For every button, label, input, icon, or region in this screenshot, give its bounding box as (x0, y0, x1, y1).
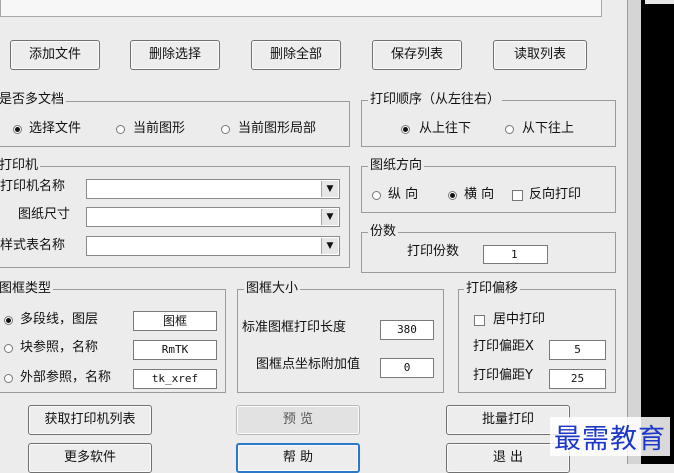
radio-select-file[interactable] (13, 125, 22, 134)
radio-top-to-bottom-label[interactable]: 从上往下 (419, 121, 471, 137)
radio-current-drawing[interactable] (116, 125, 125, 134)
chevron-down-icon[interactable]: ▼ (321, 209, 338, 225)
style-table-label: 样式表名称 (0, 238, 66, 253)
watermark-logo: 最需教育 (550, 417, 670, 456)
load-list-button[interactable]: 读取列表 (493, 40, 587, 70)
radio-landscape-label[interactable]: 横 向 (464, 187, 494, 203)
window-scroll-edge (627, 0, 641, 464)
printer-name-label: 打印机名称 (0, 179, 66, 194)
delete-all-button[interactable]: 删除全部 (251, 40, 341, 70)
radio-portrait[interactable] (372, 191, 381, 200)
print-order-title: 打印顺序（从左往右） (368, 92, 503, 107)
block-name-input[interactable]: RmTK (133, 340, 217, 360)
delete-selected-button[interactable]: 删除选择 (130, 40, 220, 70)
paper-size-select[interactable]: ▼ (86, 207, 340, 227)
copies-label: 打印份数 (407, 244, 460, 259)
multi-doc-title: 是否多文档 (0, 92, 67, 107)
radio-polyline-layer-label[interactable]: 多段线，图层 (20, 312, 98, 328)
reverse-print-checkbox[interactable] (512, 190, 523, 201)
help-button[interactable]: 帮 助 (236, 443, 360, 473)
center-print-checkbox[interactable] (474, 315, 485, 326)
offset-x-label: 打印偏距X (473, 339, 534, 354)
xref-name-input[interactable]: tk_xref (133, 369, 217, 389)
print-offset-title: 打印偏移 (464, 281, 521, 296)
frame-type-title: 图框类型 (0, 281, 54, 296)
more-software-button[interactable]: 更多软件 (28, 443, 152, 473)
printer-title: 打印机 (0, 158, 41, 173)
frame-length-input[interactable]: 380 (380, 320, 434, 340)
radio-bottom-to-top[interactable] (505, 125, 514, 134)
print-order-group (361, 100, 616, 147)
radio-current-drawing-part-label[interactable]: 当前图形局部 (238, 121, 316, 137)
radio-xref[interactable] (4, 374, 13, 383)
offset-y-label: 打印偏距Y (473, 368, 533, 383)
file-list-box[interactable] (0, 0, 602, 17)
style-table-select[interactable]: ▼ (86, 236, 340, 256)
window-edge-highlight (645, 0, 674, 4)
frame-offset-label: 图框点坐标附加值 (256, 357, 361, 372)
reverse-print-label[interactable]: 反向打印 (529, 187, 581, 203)
offset-x-input[interactable]: 5 (549, 340, 606, 360)
center-print-label[interactable]: 居中打印 (493, 312, 545, 328)
orientation-title: 图纸方向 (368, 158, 425, 173)
get-printer-list-button[interactable]: 获取打印机列表 (28, 405, 152, 435)
radio-current-drawing-label[interactable]: 当前图形 (133, 121, 185, 137)
frame-size-title: 图框大小 (244, 281, 301, 296)
frame-offset-input[interactable]: 0 (380, 358, 434, 378)
frame-layer-input[interactable]: 图框 (133, 311, 217, 331)
radio-bottom-to-top-label[interactable]: 从下往上 (522, 121, 574, 137)
offset-y-input[interactable]: 25 (549, 369, 606, 389)
copies-title: 份数 (368, 224, 399, 239)
copies-input[interactable]: 1 (483, 245, 548, 264)
paper-size-label: 图纸尺寸 (18, 207, 71, 222)
radio-polyline-layer[interactable] (4, 316, 13, 325)
radio-top-to-bottom[interactable] (401, 125, 410, 134)
radio-block-ref[interactable] (4, 344, 13, 353)
save-list-button[interactable]: 保存列表 (372, 40, 462, 70)
radio-xref-label[interactable]: 外部参照，名称 (20, 370, 111, 386)
add-file-button[interactable]: 添加文件 (10, 40, 100, 70)
radio-current-drawing-part[interactable] (221, 125, 230, 134)
preview-button[interactable]: 预 览 (236, 405, 360, 435)
radio-block-ref-label[interactable]: 块参照，名称 (20, 340, 98, 356)
radio-portrait-label[interactable]: 纵 向 (388, 187, 418, 203)
radio-select-file-label[interactable]: 选择文件 (29, 121, 81, 137)
radio-landscape[interactable] (448, 191, 457, 200)
chevron-down-icon[interactable]: ▼ (321, 238, 338, 254)
chevron-down-icon[interactable]: ▼ (321, 181, 338, 197)
frame-length-label: 标准图框打印长度 (242, 320, 347, 335)
printer-name-select[interactable]: ▼ (86, 179, 340, 199)
